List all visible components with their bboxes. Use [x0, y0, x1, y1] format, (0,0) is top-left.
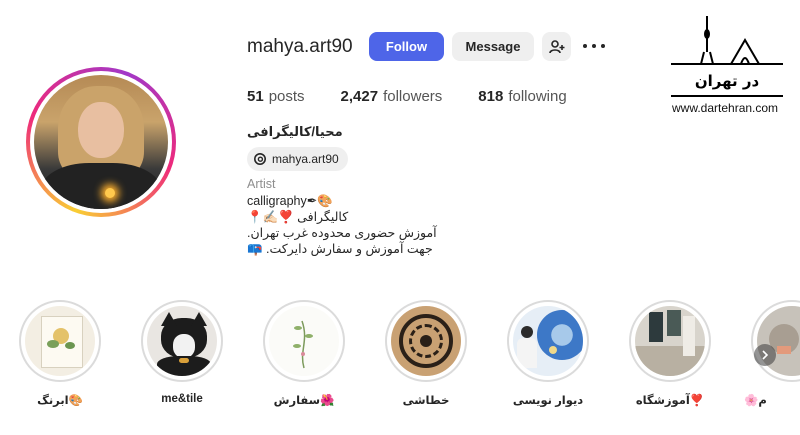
highlight-label: 🌸م [744, 395, 767, 407]
profile-full-name: محیا/کالیگرافی [247, 124, 343, 139]
highlight-ring [629, 300, 711, 382]
profile-avatar-story-ring[interactable] [26, 67, 176, 217]
highlight-label: سفارش🌺 [273, 395, 335, 407]
avatar-face [78, 101, 124, 159]
mural-image [513, 306, 583, 376]
flower-painting-image [25, 306, 95, 376]
avatar-shirt [40, 163, 162, 209]
highlight-item[interactable]: سفارش🌺 [252, 300, 356, 407]
threads-icon [254, 153, 266, 165]
logo-text: در تهران [695, 72, 760, 90]
follow-button[interactable]: Follow [369, 32, 444, 61]
highlight-item[interactable]: دیوار نویسی [496, 300, 600, 407]
more-options-icon[interactable] [583, 38, 605, 54]
message-button[interactable]: Message [452, 32, 534, 61]
highlight-item[interactable]: me&tile [130, 300, 234, 405]
highlight-item[interactable]: آموزشگاه❣️ [618, 300, 722, 407]
avatar [34, 75, 168, 209]
highlight-label: ابرنگ🎨 [37, 395, 83, 407]
profile-stats: 51 posts 2,427 followers 818 following [247, 88, 567, 105]
bio-line: 📍✍🏻❣️ کالیگرافی [247, 210, 349, 224]
avatar-inner-border [30, 71, 172, 213]
chevron-right-icon [762, 350, 769, 360]
highlight-ring [19, 300, 101, 382]
highlight-label: آموزشگاه❣️ [635, 395, 705, 407]
highlight-ring [141, 300, 223, 382]
story-highlights: ابرنگ🎨 me&tile سفارش🌺 خطاشی دیوار نویسی … [0, 300, 800, 435]
plant-sketch-icon [293, 320, 313, 369]
following-stat[interactable]: 818 following [478, 88, 566, 105]
threads-link[interactable]: mahya.art90 [247, 147, 348, 171]
suggest-user-button[interactable] [542, 32, 571, 61]
threads-handle: mahya.art90 [272, 152, 339, 166]
highlight-ring [751, 300, 800, 382]
add-user-icon [548, 39, 564, 53]
followers-stat[interactable]: 2,427 followers [341, 88, 443, 105]
botanical-drawing-image [269, 306, 339, 376]
watermark-site: www.dartehran.com [672, 101, 779, 115]
profile-username: mahya.art90 [247, 36, 353, 57]
highlight-item[interactable]: خطاشی [374, 300, 478, 407]
profile-category: Artist [247, 177, 276, 191]
cat-image [147, 306, 217, 376]
profile-bio: calligraphy✒🎨 📍✍🏻❣️ کالیگرافی .آموزش حضو… [247, 193, 437, 257]
round-calligraphy-image [391, 306, 461, 376]
classroom-image [635, 306, 705, 376]
highlight-label: me&tile [161, 393, 203, 405]
highlight-label: خطاشی [402, 395, 450, 407]
bio-line: .آموزش حضوری محدوده غرب تهران [247, 226, 437, 240]
highlight-ring [263, 300, 345, 382]
avatar-candle-light [105, 187, 116, 198]
highlight-ring [507, 300, 589, 382]
next-highlights-arrow[interactable] [754, 344, 776, 366]
highlight-item[interactable]: ابرنگ🎨 [8, 300, 112, 407]
bio-line: 📪 .جهت آموزش و سفارش دایرکت [247, 242, 433, 256]
bio-line: calligraphy✒🎨 [247, 194, 333, 208]
posts-stat[interactable]: 51 posts [247, 88, 305, 105]
highlight-label: دیوار نویسی [512, 395, 584, 407]
highlight-ring [385, 300, 467, 382]
